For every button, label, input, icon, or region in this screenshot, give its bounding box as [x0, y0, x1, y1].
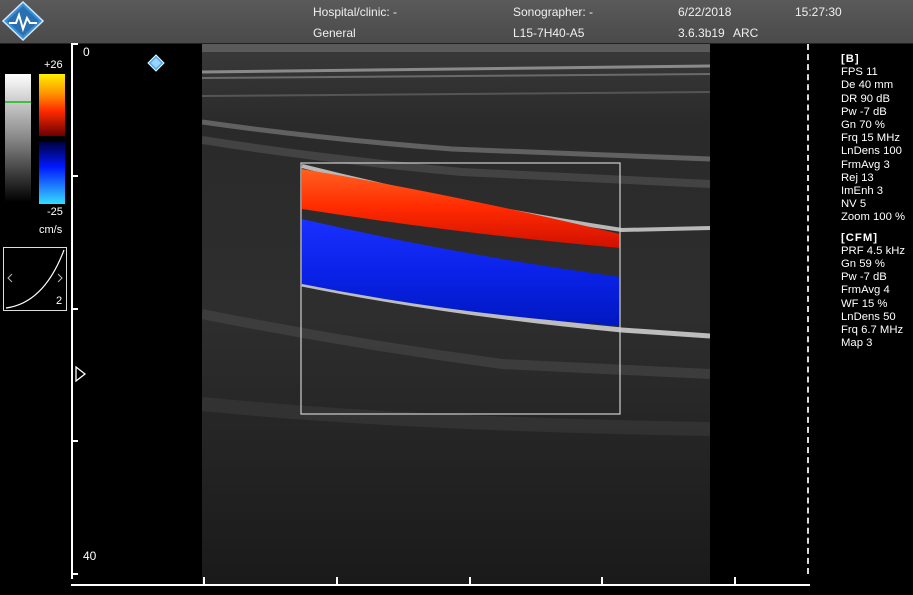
b-param: Pw -7 dB: [841, 105, 887, 118]
lateral-tick: [601, 577, 603, 585]
probe-label: L15-7H40-A5: [513, 26, 585, 40]
focus-marker-icon[interactable]: [75, 366, 87, 382]
lateral-tick: [734, 577, 736, 585]
b-param: NV 5: [841, 198, 867, 211]
cfm-param: WF 15 %: [841, 297, 888, 310]
gain-curve-box[interactable]: 2: [3, 247, 67, 311]
color-velocity-bar-negative: [39, 142, 65, 204]
b-param: LnDens 100: [841, 145, 902, 158]
gain-curve-number: 2: [56, 295, 63, 307]
department-label: General: [313, 26, 356, 40]
velocity-min-label: -25: [47, 206, 63, 218]
cfm-param: PRF 4.5 kHz: [841, 244, 906, 257]
date-label: 6/22/2018: [678, 5, 732, 19]
sonographer-label: Sonographer: -: [513, 5, 594, 19]
cfm-param: Frq 6.7 MHz: [841, 324, 904, 337]
time-label: 15:27:30: [795, 5, 842, 19]
b-param: FPS 11: [841, 66, 878, 79]
lateral-ruler: [71, 584, 810, 586]
b-param: Frq 15 MHz: [841, 132, 901, 145]
depth-ruler: [71, 43, 73, 579]
cfm-mode-title: [CFM]: [841, 231, 878, 244]
b-param: ImEnh 3: [841, 185, 884, 198]
b-param: DR 90 dB: [841, 92, 890, 105]
parameter-panel: [B] FPS 11 De 40 mm DR 90 dB Pw -7 dB Gn…: [841, 53, 905, 350]
version-label: 3.6.3b19: [678, 26, 725, 40]
depth-tick: [71, 175, 78, 177]
cfm-param: FrmAvg 4: [841, 284, 890, 297]
b-mode-title: [B]: [841, 53, 860, 65]
probe-orientation-icon: [147, 54, 165, 72]
mode-label: ARC: [733, 26, 759, 40]
cfm-param: LnDens 50: [841, 310, 896, 323]
b-param: FrmAvg 3: [841, 158, 890, 171]
depth-bottom-label: 40: [83, 549, 97, 563]
cfm-param: Map 3: [841, 337, 873, 350]
depth-tick: [71, 308, 78, 310]
color-velocity-bar-positive: [39, 74, 65, 136]
grayscale-marker: [5, 101, 31, 103]
grayscale-bar: [5, 74, 31, 202]
depth-top-label: 0: [83, 45, 90, 59]
b-param: Gn 70 %: [841, 119, 885, 132]
b-param: Rej 13: [841, 171, 874, 184]
velocity-unit-label: cm/s: [39, 224, 63, 236]
depth-tick: [71, 440, 78, 442]
cfm-param: Gn 59 %: [841, 258, 885, 271]
b-param: De 40 mm: [841, 79, 894, 92]
lateral-tick: [336, 577, 338, 585]
depth-tick: [71, 573, 78, 575]
lateral-tick: [203, 577, 205, 585]
header-bar: Hospital/clinic: - General Sonographer: …: [0, 0, 913, 44]
b-param: Zoom 100 %: [841, 211, 906, 224]
ultrasound-image[interactable]: [202, 44, 710, 584]
app-logo-icon: [2, 1, 44, 41]
depth-tick: [71, 43, 78, 45]
hospital-label: Hospital/clinic: -: [313, 5, 398, 19]
lateral-tick: [469, 577, 471, 585]
velocity-max-label: +26: [44, 59, 63, 71]
tgc-boundary: [807, 44, 811, 574]
cfm-param: Pw -7 dB: [841, 271, 887, 284]
